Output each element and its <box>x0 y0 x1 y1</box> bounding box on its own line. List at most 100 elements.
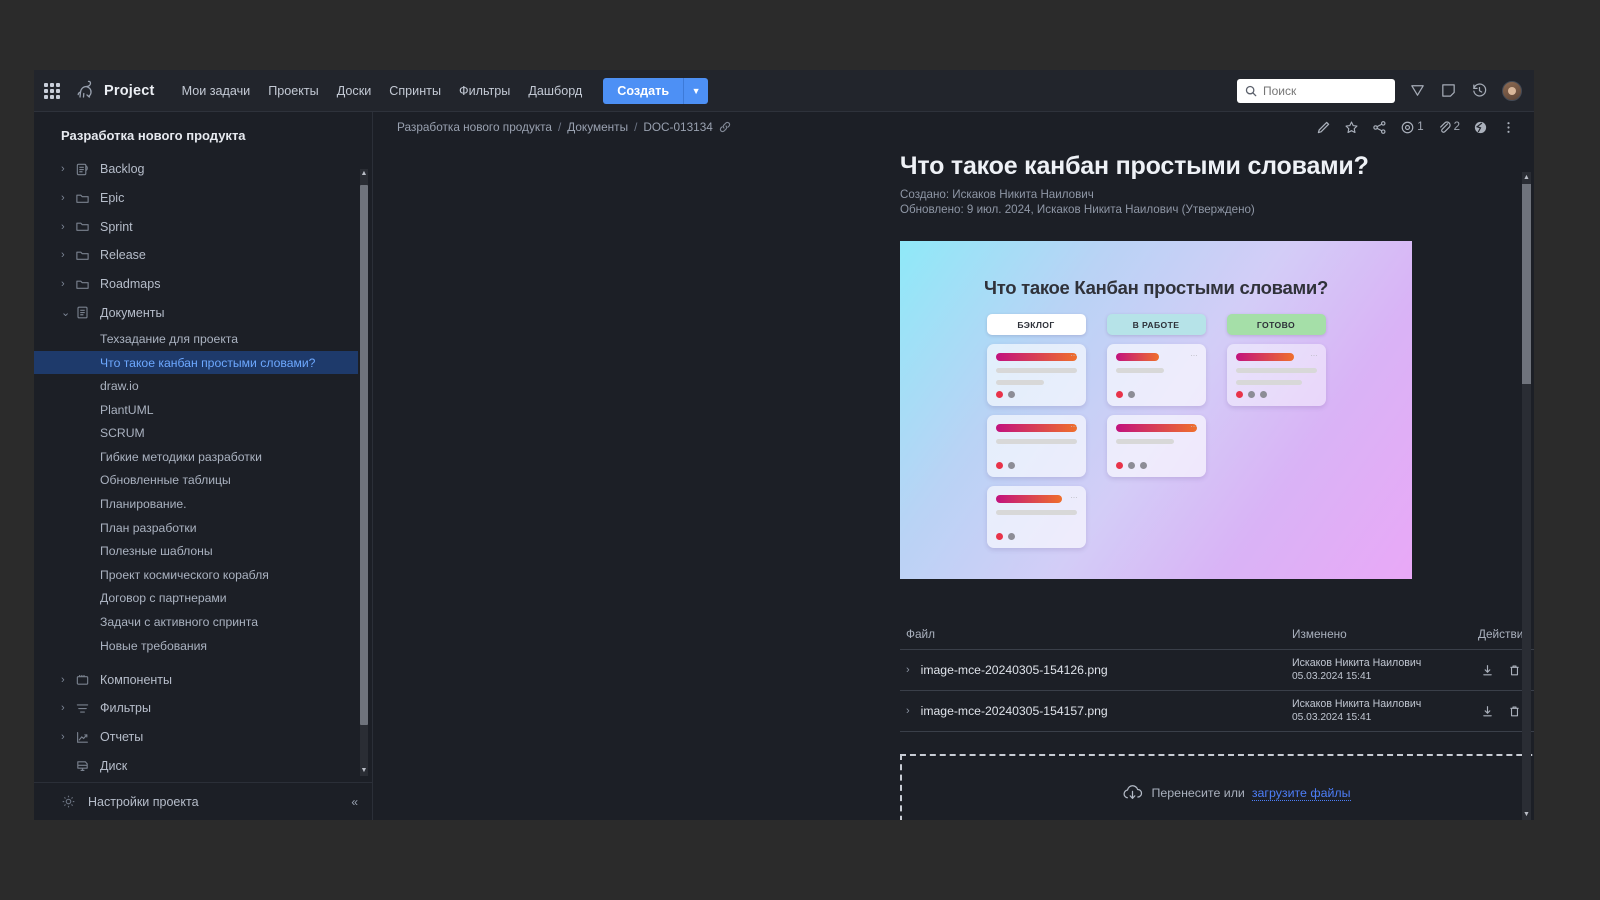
card-title-bar <box>1115 424 1197 432</box>
download-icon[interactable] <box>1481 664 1494 677</box>
top-bar-right-group <box>1237 78 1522 103</box>
chevron-right-icon[interactable]: › <box>61 192 73 204</box>
watch-eye-icon[interactable]: 1 <box>1400 120 1424 135</box>
sidebar-item-label: SCRUM <box>100 426 145 441</box>
sidebar-item-filters[interactable]: › Фильтры <box>34 694 358 723</box>
sidebar-doc-plantuml[interactable]: PlantUML <box>34 398 358 422</box>
kanban-illustration[interactable]: Что такое Канбан простыми словами? БЭКЛО… <box>900 241 1412 579</box>
chevron-down-icon[interactable]: ▼ <box>684 77 709 104</box>
create-button[interactable]: Создать <box>603 77 685 104</box>
sidebar-scrollbar[interactable]: ▲ ▼ <box>360 169 368 776</box>
scroll-up-arrow[interactable]: ▲ <box>1522 172 1531 183</box>
chevron-right-icon[interactable]: › <box>61 731 73 743</box>
disk-icon <box>73 758 91 773</box>
sidebar-item-sprint[interactable]: › Sprint <box>34 212 358 241</box>
upload-files-link[interactable]: загрузите файлы <box>1251 786 1351 801</box>
search-input[interactable] <box>1263 83 1387 98</box>
nav-projects[interactable]: Проекты <box>259 79 328 103</box>
file-dropzone[interactable]: Перенесите или загрузите файлы <box>900 754 1534 820</box>
scroll-up-arrow[interactable]: ▲ <box>360 169 368 179</box>
attachment-paperclip-icon[interactable]: 2 <box>1437 120 1460 135</box>
file-name[interactable]: image-mce-20240305-154126.png <box>921 663 1108 677</box>
brand-title[interactable]: Project <box>104 83 155 99</box>
apps-grid-icon[interactable] <box>44 82 60 99</box>
sidebar-doc-planning[interactable]: Планирование. <box>34 492 358 516</box>
sidebar-item-label: Что такое канбан простыми словами? <box>100 355 316 370</box>
chevron-right-icon[interactable]: › <box>906 705 910 717</box>
sidebar-doc-what-is-kanban[interactable]: Что такое канбан простыми словами? <box>34 350 358 375</box>
search-box[interactable] <box>1237 78 1395 103</box>
nav-dashboard[interactable]: Дашборд <box>519 79 591 103</box>
edit-icon[interactable] <box>1316 120 1331 135</box>
column-header-modified: Изменено <box>1292 627 1347 641</box>
sidebar-doc-drawio[interactable]: draw.io <box>34 374 358 398</box>
collapse-sidebar-button[interactable]: « <box>351 795 358 809</box>
sidebar-item-components[interactable]: › Компоненты <box>34 665 358 694</box>
card-tag-dots <box>995 533 1015 540</box>
more-vertical-icon[interactable] <box>1501 120 1516 135</box>
chevron-right-icon[interactable]: › <box>906 664 910 676</box>
sidebar-doc-spaceship-project[interactable]: Проект космического корабля <box>34 563 358 587</box>
sidebar-doc-scrum[interactable]: SCRUM <box>34 422 358 446</box>
sidebar-item-label: Планирование. <box>100 497 187 512</box>
filter-icon <box>73 701 91 716</box>
scroll-down-arrow[interactable]: ▼ <box>1522 809 1531 820</box>
sidebar-doc-tech-spec[interactable]: Техзадание для проекта <box>34 327 358 351</box>
breadcrumb-documents[interactable]: Документы <box>567 120 628 134</box>
chevron-down-icon[interactable]: ⌄ <box>61 306 73 319</box>
chevron-right-icon[interactable]: › <box>61 163 73 175</box>
sidebar-item-documents[interactable]: ⌄ Документы <box>34 298 358 327</box>
main-scrollbar-thumb[interactable] <box>1522 184 1531 384</box>
download-icon[interactable] <box>1481 705 1494 718</box>
sidebar-doc-agile-methods[interactable]: Гибкие методики разработки <box>34 445 358 469</box>
trash-icon[interactable] <box>1508 664 1521 677</box>
sidebar-item-release[interactable]: › Release <box>34 241 358 270</box>
sidebar-doc-dev-plan[interactable]: План разработки <box>34 516 358 540</box>
file-name[interactable]: image-mce-20240305-154157.png <box>921 704 1108 718</box>
card-title-bar <box>995 495 1062 503</box>
cloud-upload-icon <box>1121 783 1144 803</box>
scroll-down-arrow[interactable]: ▼ <box>360 766 368 776</box>
card-text-line <box>995 368 1077 373</box>
star-icon[interactable] <box>1344 120 1359 135</box>
chevron-right-icon[interactable]: › <box>61 221 73 233</box>
table-row[interactable]: › image-mce-20240305-154126.png Искаков … <box>900 650 1534 691</box>
main-scrollbar[interactable]: ▲ ▼ <box>1522 172 1531 820</box>
sidebar-item-reports[interactable]: › Отчеты <box>34 723 358 752</box>
globe-icon[interactable] <box>1473 120 1488 135</box>
tag-icon[interactable] <box>1409 82 1426 99</box>
app-body: Разработка нового продукта › Backlog › E… <box>34 112 1534 820</box>
trash-icon[interactable] <box>1508 705 1521 718</box>
page-title: Что такое канбан простыми словами? <box>900 152 1369 180</box>
sidebar-item-label: PlantUML <box>100 402 154 417</box>
link-icon[interactable] <box>719 121 731 133</box>
chevron-right-icon[interactable]: › <box>61 702 73 714</box>
table-row[interactable]: › image-mce-20240305-154157.png Искаков … <box>900 691 1534 732</box>
chevron-right-icon[interactable]: › <box>61 249 73 261</box>
sidebar-doc-useful-templates[interactable]: Полезные шаблоны <box>34 539 358 563</box>
sidebar-item-backlog[interactable]: › Backlog <box>34 155 358 184</box>
sidebar-doc-updated-tables[interactable]: Обновленные таблицы <box>34 469 358 493</box>
app-window: Project Мои задачи Проекты Доски Спринты… <box>34 70 1534 820</box>
notes-icon[interactable] <box>1440 82 1457 99</box>
nav-my-tasks[interactable]: Мои задачи <box>173 79 260 103</box>
sidebar-doc-partner-contract[interactable]: Договор с партнерами <box>34 587 358 611</box>
kanban-column-in-progress: В РАБОТЕ ⋯ ⋯ <box>1106 314 1206 548</box>
share-icon[interactable] <box>1372 120 1387 135</box>
user-avatar[interactable] <box>1502 80 1522 101</box>
nav-filters[interactable]: Фильтры <box>450 79 519 103</box>
breadcrumb-project[interactable]: Разработка нового продукта <box>397 120 552 134</box>
breadcrumb-doc-id[interactable]: DOC-013134 <box>643 120 713 134</box>
sidebar-doc-active-sprint-tasks[interactable]: Задачи с активного спринта <box>34 610 358 634</box>
chevron-right-icon[interactable]: › <box>61 674 73 686</box>
sidebar-item-roadmaps[interactable]: › Roadmaps <box>34 270 358 299</box>
nav-boards[interactable]: Доски <box>328 79 381 103</box>
sidebar-doc-new-requirements[interactable]: Новые требования <box>34 634 358 658</box>
sidebar-settings-row[interactable]: Настройки проекта « <box>34 782 372 820</box>
sidebar-item-disk[interactable]: Диск <box>34 752 358 781</box>
chevron-right-icon[interactable]: › <box>61 278 73 290</box>
nav-sprints[interactable]: Спринты <box>380 79 450 103</box>
sidebar-item-epic[interactable]: › Epic <box>34 184 358 213</box>
history-icon[interactable] <box>1471 82 1488 99</box>
sidebar-scrollbar-thumb[interactable] <box>360 185 368 725</box>
